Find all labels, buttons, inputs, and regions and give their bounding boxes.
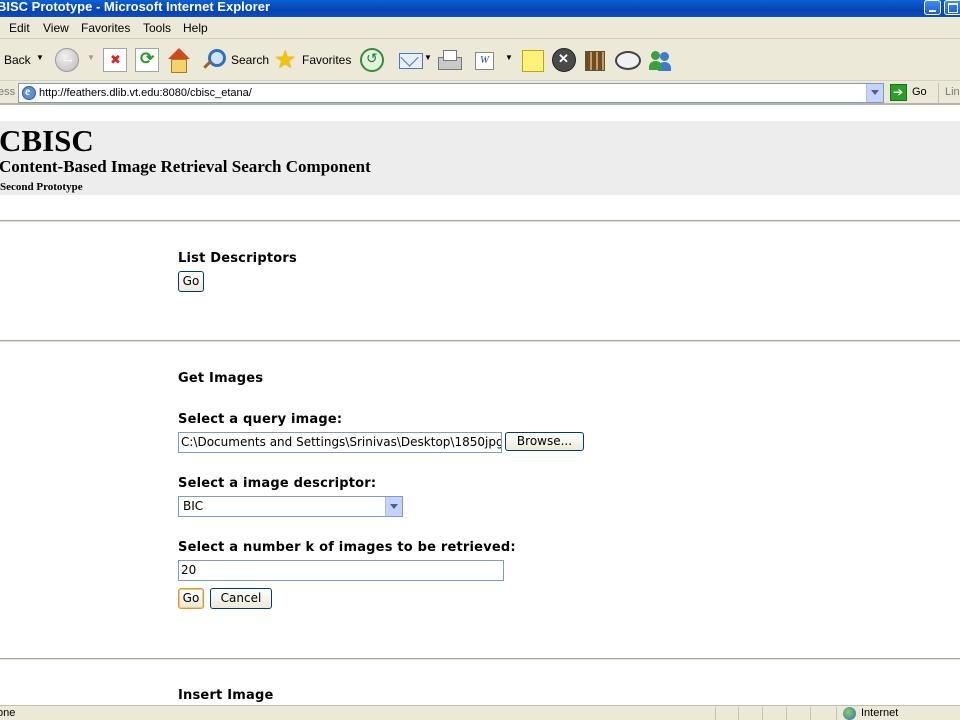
note-icon[interactable]	[520, 48, 544, 72]
address-bar: ess http://feathers.dlib.vt.edu:8080/cbi…	[0, 81, 960, 105]
messenger-icon[interactable]	[614, 48, 641, 72]
zone-label: Internet	[861, 707, 899, 719]
menu-edit[interactable]: Edit	[9, 21, 30, 35]
status-bar: one Internet	[0, 705, 960, 720]
edit-word-icon[interactable]	[473, 48, 497, 72]
page-subtitle: Content-Based Image Retrieval Search Com…	[0, 157, 371, 176]
page-header: CBISC Content-Based Image Retrieval Sear…	[0, 121, 960, 195]
menu-tools[interactable]: Tools	[143, 21, 171, 35]
address-label: ess	[0, 86, 16, 98]
mail-icon[interactable]	[398, 48, 423, 72]
favorites-button[interactable]: Favorites	[302, 53, 351, 67]
menu-help[interactable]: Help	[183, 21, 208, 35]
mail-dropdown-icon[interactable]: ▼	[424, 53, 432, 62]
research-icon[interactable]	[583, 48, 607, 72]
people-icon[interactable]	[648, 48, 672, 72]
page-title: CBISC	[0, 123, 94, 158]
status-divider	[738, 707, 739, 720]
status-divider	[786, 707, 787, 720]
links-separator	[938, 83, 939, 103]
back-dropdown-icon[interactable]: ▼	[36, 53, 44, 62]
browse-button[interactable]: Browse...	[505, 432, 584, 451]
forward-icon[interactable]	[55, 48, 79, 72]
descriptor-selected-value: BIC	[183, 499, 204, 513]
chevron-down-icon[interactable]	[385, 497, 402, 516]
go-button[interactable]: Go	[912, 86, 927, 98]
menu-bar: Edit View Favorites Tools Help	[0, 17, 960, 39]
k-input[interactable]: 20	[178, 560, 504, 581]
divider	[0, 658, 960, 660]
title-bar: BISC Prototype - Microsoft Internet Expl…	[0, 0, 960, 17]
cancel-button[interactable]: Cancel	[210, 588, 272, 609]
toolbar: Back ▼ ▼ Search ★ Favorites ▼ ▼	[0, 39, 960, 81]
query-image-input[interactable]: C:\Documents and Settings\Srinivas\Deskt…	[178, 432, 502, 453]
get-images-heading: Get Images	[178, 371, 264, 386]
search-icon[interactable]	[202, 48, 226, 72]
back-button[interactable]: Back	[4, 53, 31, 67]
minimize-button[interactable]	[924, 0, 941, 15]
k-label: Select a number k of images to be retrie…	[178, 540, 516, 555]
descriptor-label: Select a image descriptor:	[178, 476, 377, 491]
refresh-icon[interactable]	[135, 48, 159, 72]
insert-image-heading: Insert Image	[178, 688, 274, 703]
divider	[0, 340, 960, 342]
internet-zone-icon	[843, 707, 856, 720]
favorites-icon[interactable]: ★	[274, 48, 298, 73]
print-icon[interactable]	[437, 48, 462, 72]
search-button[interactable]: Search	[231, 53, 269, 67]
status-divider	[810, 707, 811, 720]
window-title: BISC Prototype - Microsoft Internet Expl…	[0, 0, 271, 14]
home-icon[interactable]	[166, 48, 190, 73]
query-image-label: Select a query image:	[178, 412, 343, 427]
media-icon[interactable]	[360, 48, 384, 72]
edit-dropdown-icon[interactable]: ▼	[505, 53, 513, 62]
status-divider	[762, 707, 763, 720]
address-input[interactable]: http://feathers.dlib.vt.edu:8080/cbisc_e…	[18, 83, 884, 103]
status-divider	[836, 707, 837, 720]
forward-dropdown-icon[interactable]: ▼	[87, 53, 95, 62]
menu-view[interactable]: View	[43, 21, 69, 35]
get-images-go-button[interactable]: Go	[178, 588, 204, 609]
maximize-button[interactable]	[944, 0, 960, 15]
descriptor-select[interactable]: BIC	[178, 496, 403, 517]
page-icon	[22, 84, 36, 100]
menu-favorites[interactable]: Favorites	[81, 21, 130, 35]
status-divider	[715, 707, 716, 720]
address-dropdown-icon[interactable]	[866, 84, 883, 102]
blocked-icon[interactable]	[552, 48, 576, 72]
page-version: Second Prototype	[0, 181, 83, 193]
divider	[0, 220, 960, 222]
status-text: one	[0, 707, 16, 719]
list-descriptors-heading: List Descriptors	[178, 251, 297, 266]
links-label[interactable]: Lin	[945, 86, 960, 98]
address-url[interactable]: http://feathers.dlib.vt.edu:8080/cbisc_e…	[39, 87, 252, 99]
page-content: CBISC Content-Based Image Retrieval Sear…	[0, 105, 960, 705]
stop-icon[interactable]	[103, 48, 127, 72]
list-descriptors-go-button[interactable]: Go	[178, 271, 204, 292]
go-arrow-icon[interactable]	[890, 84, 907, 101]
